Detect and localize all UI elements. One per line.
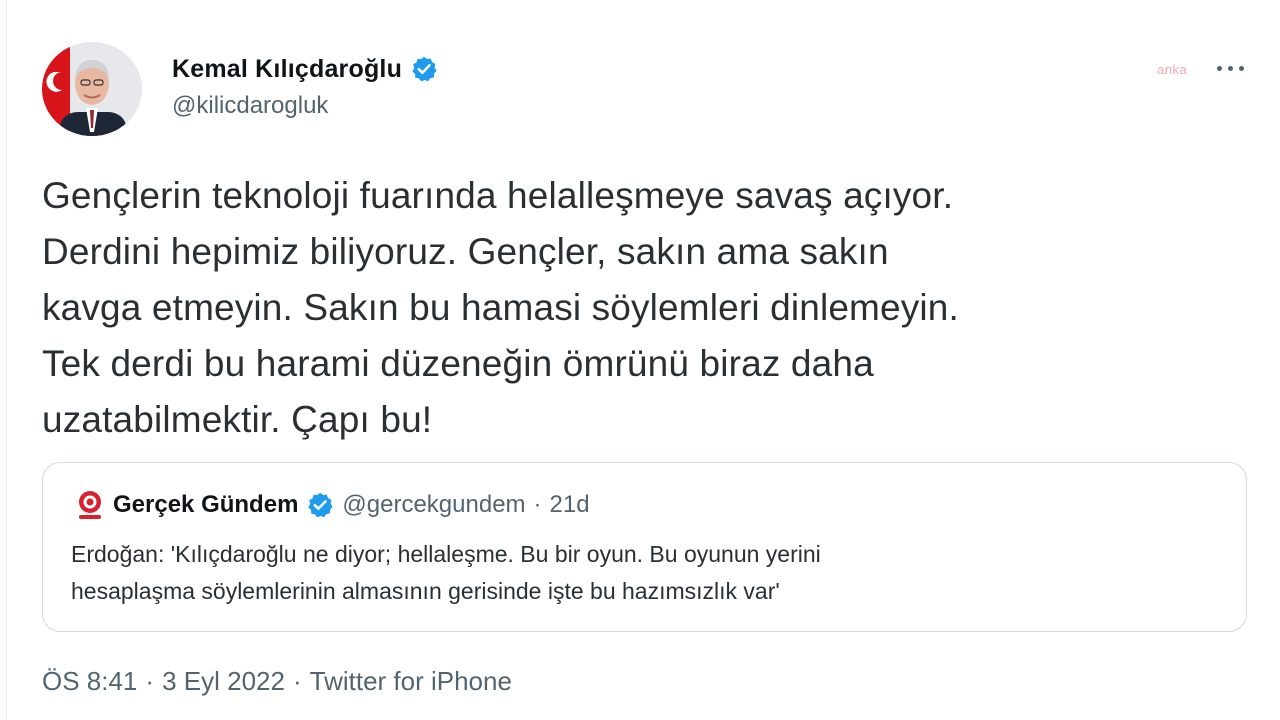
- watermark: anka: [1157, 62, 1188, 77]
- tweet-card: Kemal Kılıçdaroğlu @kilicdarogluk anka G…: [0, 0, 1280, 720]
- quoted-timestamp[interactable]: 21d: [550, 491, 590, 519]
- quoted-author-handle[interactable]: @gercekgundem: [342, 491, 525, 519]
- divider: [6, 0, 7, 720]
- quoted-text-line: hesaplaşma söylemlerinin almasının geris…: [71, 578, 780, 604]
- author-block: Kemal Kılıçdaroğlu @kilicdarogluk: [172, 52, 438, 120]
- quoted-tweet-header: Gerçek Gündem @gercekgundem · 21d: [75, 489, 590, 521]
- tweet-text: Gençlerin teknoloji fuarında helalleşmey…: [42, 168, 1252, 448]
- gercek-gundem-logo-icon: [75, 489, 105, 521]
- author-handle[interactable]: @kilicdarogluk: [172, 92, 438, 120]
- more-options-icon[interactable]: [1210, 56, 1250, 80]
- tweet-date[interactable]: 3 Eyl 2022: [162, 666, 285, 697]
- tweet-text-line: Gençlerin teknoloji fuarında helalleşmey…: [42, 175, 954, 216]
- separator-dot: ·: [145, 666, 155, 696]
- tweet-meta: ÖS 8:41 · 3 Eyl 2022 · Twitter for iPhon…: [42, 666, 512, 697]
- tweet-text-line: Derdini hepimiz biliyoruz. Gençler, sakı…: [42, 231, 889, 272]
- quoted-tweet[interactable]: Gerçek Gündem @gercekgundem · 21d Erdoğa…: [42, 462, 1247, 632]
- verified-badge-icon: [410, 55, 438, 83]
- quoted-text-line: Erdoğan: 'Kılıçdaroğlu ne diyor; hellale…: [71, 541, 821, 567]
- separator-dot: ·: [533, 491, 542, 518]
- avatar[interactable]: [42, 42, 142, 136]
- tweet-text-line: kavga etmeyin. Sakın bu hamasi söylemler…: [42, 287, 959, 328]
- quoted-author-name[interactable]: Gerçek Gündem: [113, 491, 298, 519]
- separator-dot: ·: [292, 666, 302, 696]
- author-name[interactable]: Kemal Kılıçdaroğlu: [172, 55, 402, 84]
- tweet-source[interactable]: Twitter for iPhone: [310, 666, 512, 697]
- tweet-text-line: Tek derdi bu harami düzeneğin ömrünü bir…: [42, 343, 874, 384]
- tweet-time[interactable]: ÖS 8:41: [42, 666, 137, 697]
- tweet-text-line: uzatabilmektir. Çapı bu!: [42, 399, 433, 440]
- verified-badge-icon: [306, 491, 334, 519]
- author-name-row: Kemal Kılıçdaroğlu: [172, 52, 438, 86]
- quoted-tweet-text: Erdoğan: 'Kılıçdaroğlu ne diyor; hellale…: [71, 536, 1231, 610]
